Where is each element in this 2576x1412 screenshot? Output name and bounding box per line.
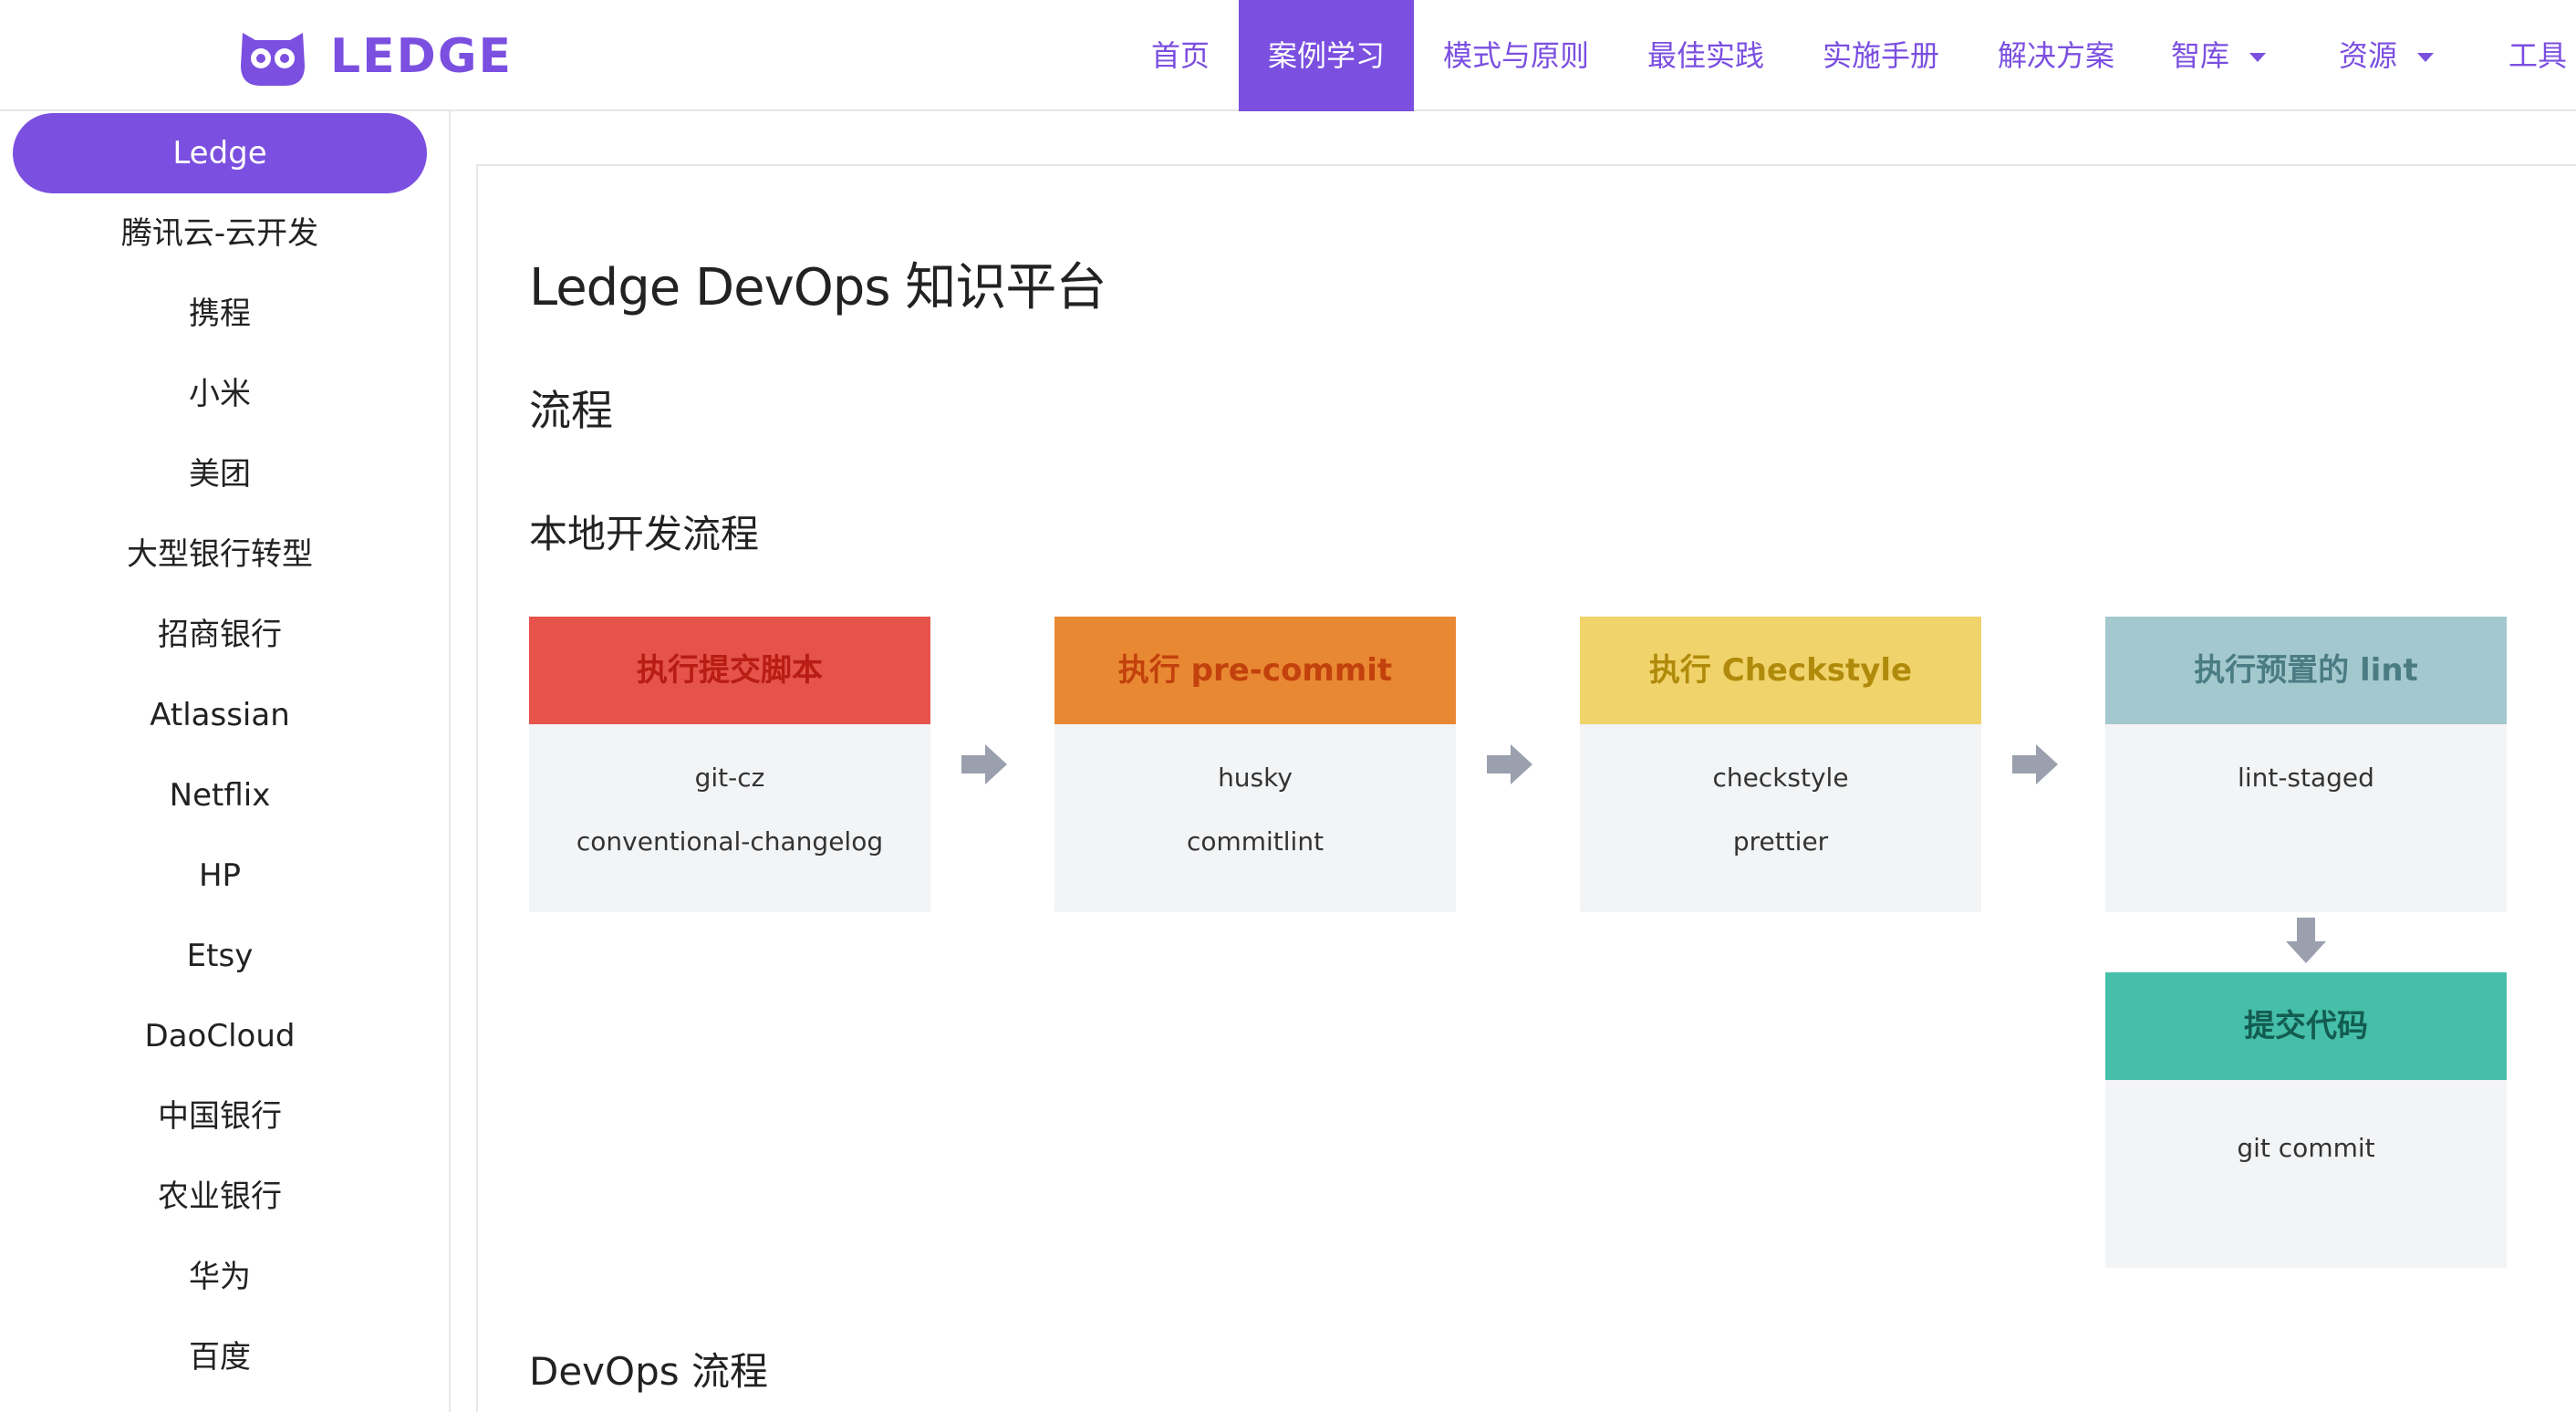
nav-resources-label: 资源 xyxy=(2339,38,2398,73)
sidebar-item-tencent-cloud[interactable]: 腾讯云-云开发 xyxy=(13,193,427,274)
sidebar-item-meituan[interactable]: 美团 xyxy=(13,434,427,514)
flow-card-tool: husky xyxy=(1218,763,1293,793)
nav-think-tank-label: 智库 xyxy=(2171,38,2230,73)
sidebar-item-abc[interactable]: 农业银行 xyxy=(13,1157,427,1237)
nav-best-practices[interactable]: 最佳实践 xyxy=(1647,0,1764,111)
page-title: Ledge DevOps 知识平台 xyxy=(529,258,1106,317)
arrow-right-icon xyxy=(2012,744,2058,784)
sidebar-item-ledge[interactable]: Ledge xyxy=(13,113,427,193)
sidebar-item-cmb[interactable]: 招商银行 xyxy=(13,595,427,675)
sidebar-item-daocloud[interactable]: DaoCloud xyxy=(13,996,427,1076)
main-nav: 首页 案例学习 模式与原则 最佳实践 实施手册 解决方案 智库 资源 工具 xyxy=(0,0,2576,111)
sidebar: Ledge 腾讯云-云开发 携程 小米 美团 大型银行转型 招商银行 Atlas… xyxy=(0,111,451,1412)
flow-card-title: 执行提交脚本 xyxy=(529,617,930,724)
sidebar-item-atlassian[interactable]: Atlassian xyxy=(13,675,427,755)
arrow-down-icon xyxy=(2286,918,2326,963)
main-content: Ledge DevOps 知识平台 流程 本地开发流程 执行提交脚本 git-c… xyxy=(476,164,2576,1412)
nav-home[interactable]: 首页 xyxy=(1151,0,1210,111)
sidebar-item-large-bank[interactable]: 大型银行转型 xyxy=(13,514,427,595)
sidebar-item-xiaomi[interactable]: 小米 xyxy=(13,354,427,434)
sidebar-item-boc[interactable]: 中国银行 xyxy=(13,1076,427,1157)
subsection-heading-devops: DevOps 流程 xyxy=(529,1349,768,1394)
sidebar-item-huawei[interactable]: 华为 xyxy=(13,1237,427,1317)
chevron-down-icon xyxy=(2249,53,2267,62)
arrow-right-icon xyxy=(961,744,1007,784)
flow-card-tool: prettier xyxy=(1732,826,1829,857)
flow-card-tool: conventional-changelog xyxy=(576,826,884,857)
flow-card-title: 执行 pre-commit xyxy=(1054,617,1456,724)
sidebar-item-ctrip[interactable]: 携程 xyxy=(13,274,427,354)
flow-card-tool: lint-staged xyxy=(2238,763,2374,793)
sidebar-item-etsy[interactable]: Etsy xyxy=(13,916,427,996)
sidebar-item-hp[interactable]: HP xyxy=(13,836,427,916)
sidebar-item-baidu[interactable]: 百度 xyxy=(13,1317,427,1397)
flow-card-tool: commitlint xyxy=(1186,826,1324,857)
flow-card-tool: git commit xyxy=(2237,1133,2375,1163)
nav-solutions[interactable]: 解决方案 xyxy=(1998,0,2114,111)
nav-tools[interactable]: 工具 xyxy=(2508,0,2567,111)
flow-card-tool: git-cz xyxy=(694,763,765,793)
flow-card-pre-commit: 执行 pre-commit husky commitlint xyxy=(1054,617,1456,912)
subsection-heading: 本地开发流程 xyxy=(529,512,760,556)
flow-card-title: 执行 Checkstyle xyxy=(1580,617,1981,724)
top-header: LEDGE 首页 案例学习 模式与原则 最佳实践 实施手册 解决方案 智库 资源… xyxy=(0,0,2576,111)
flow-card-commit-code: 提交代码 git commit xyxy=(2105,972,2507,1268)
flow-card-commit-script: 执行提交脚本 git-cz conventional-changelog xyxy=(529,617,930,912)
arrow-right-icon xyxy=(1487,744,1532,784)
section-heading: 流程 xyxy=(529,386,613,435)
nav-case-study[interactable]: 案例学习 xyxy=(1239,0,1414,111)
chevron-down-icon xyxy=(2417,53,2435,62)
flow-card-lint: 执行预置的 lint lint-staged xyxy=(2105,617,2507,912)
flow-card-title: 执行预置的 lint xyxy=(2105,617,2507,724)
flow-card-checkstyle: 执行 Checkstyle checkstyle prettier xyxy=(1580,617,1981,912)
sidebar-item-netflix[interactable]: Netflix xyxy=(13,755,427,836)
nav-think-tank[interactable]: 智库 xyxy=(2171,0,2267,111)
nav-resources[interactable]: 资源 xyxy=(2339,0,2435,111)
flow-card-tool: checkstyle xyxy=(1712,763,1849,793)
nav-patterns[interactable]: 模式与原则 xyxy=(1443,0,1589,111)
nav-manual[interactable]: 实施手册 xyxy=(1823,0,1939,111)
flow-card-title: 提交代码 xyxy=(2105,972,2507,1080)
